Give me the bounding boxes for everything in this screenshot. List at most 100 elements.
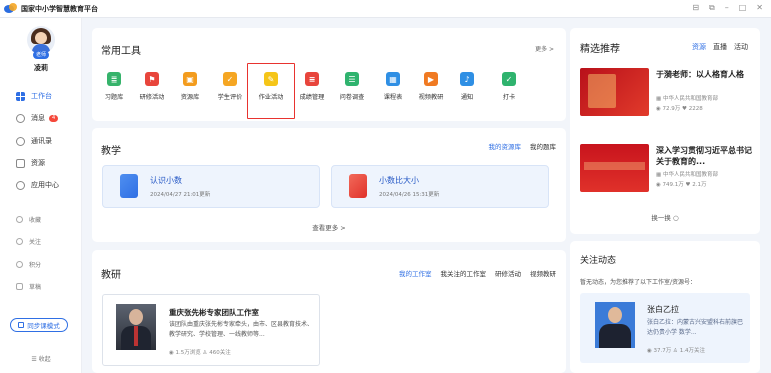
tool-questionnaire[interactable]: ☰ 问卷调查 — [335, 72, 369, 101]
mode-button-label: 同步课模式 — [27, 322, 60, 330]
message-count-badge: 4 — [49, 114, 59, 122]
recommend-source: ▦ 中华人民共和国教育部 — [656, 172, 718, 178]
bell-icon: ♪ — [460, 72, 474, 86]
recommended-studio-card[interactable]: 张白乙拉 张白乙拉：内蒙古兴安盟科右前旗巴达仍贵小学 数学... ◉ 37.7万… — [580, 293, 750, 363]
minimize-icon[interactable]: – — [725, 3, 729, 13]
tool-label: 学生评价 — [217, 94, 243, 101]
person-name: 张白乙拉 — [647, 305, 679, 314]
tool-grade-management[interactable]: ≡ 成绩管理 — [295, 72, 329, 101]
see-more-link[interactable]: 查看更多 > — [92, 222, 566, 232]
screen-icon — [18, 322, 25, 328]
studio-name: 重庆张先彬专家团队工作室 — [169, 308, 259, 317]
sidebar-item-points[interactable]: 积分 — [0, 256, 82, 272]
window-controls: ⊟ ⧉ – □ ✕ — [692, 3, 763, 13]
person-description: 张白乙拉：内蒙古兴安盟科右前旗巴达仍贵小学 数学... — [647, 319, 744, 336]
grades-icon: ≡ — [305, 72, 319, 86]
tool-timetable[interactable]: ▦ 课程表 — [376, 72, 410, 101]
section-title: 精选推荐 — [580, 44, 620, 55]
calendar-icon: ▦ — [386, 72, 400, 86]
tab-live[interactable]: 直播 — [713, 42, 727, 52]
person-stats: ◉ 37.7万 ♙ 1.4万关注 — [647, 348, 705, 354]
sidebar-item-label: 草稿 — [29, 283, 42, 291]
tool-training-activity[interactable]: ⚑ 研修活动 — [135, 72, 169, 101]
window-restore-icon[interactable]: ⧉ — [709, 3, 715, 13]
resource-item[interactable]: 认识小数 2024/04/27 21:01更新 — [102, 165, 320, 208]
tab-my-studio[interactable]: 我的工作室 — [399, 268, 432, 278]
sidebar-item-resources[interactable]: 资源 — [0, 155, 82, 171]
tool-exercise-bank[interactable]: ≣ 习题库 — [97, 72, 131, 101]
sidebar-item-label: 消息 — [31, 114, 45, 122]
recommend-title: 深入学习贯彻习近平总书记关于教育的... — [656, 146, 752, 166]
points-icon — [16, 260, 23, 268]
tab-my-resources[interactable]: 我的资源库 — [489, 141, 522, 151]
tab-my-question-bank[interactable]: 我的题库 — [530, 141, 556, 151]
person-icon — [16, 237, 23, 245]
tool-label: 打卡 — [502, 94, 516, 101]
tab-training-activity[interactable]: 研修活动 — [495, 268, 521, 278]
resource-item[interactable]: 小数比大小 2024/04/26 15:31更新 — [331, 165, 549, 208]
studio-stats: ◉ 1.5万浏览 ♙ 460关注 — [169, 350, 231, 356]
role-badge: 老师 — [33, 51, 50, 59]
window-mini-icon[interactable]: ⊟ — [692, 3, 699, 13]
recommend-thumbnail — [580, 144, 649, 192]
avatar[interactable] — [27, 26, 55, 54]
tool-student-evaluation[interactable]: ✓ 学生评价 — [213, 72, 247, 101]
collapse-sidebar-button[interactable]: ☰ 收起 — [0, 354, 82, 363]
studio-card[interactable]: 重庆张先彬专家团队工作室 该团队由重庆张先彬专家牵头，由市、区县教育技术、教学研… — [102, 294, 320, 366]
more-tools-link[interactable]: 更多 > — [535, 44, 554, 53]
sidebar: 老师 凌莉 工作台 消息 4 通讯录 资源 应用中心 收藏 关注 积分 草稿 同… — [0, 18, 82, 373]
sidebar-item-messages[interactable]: 消息 4 — [0, 110, 82, 126]
section-title: 教学 — [101, 146, 121, 157]
tool-resource-library[interactable]: ▣ 资源库 — [173, 72, 207, 101]
sidebar-item-label: 积分 — [29, 261, 42, 269]
sidebar-item-label: 应用中心 — [31, 181, 59, 189]
studio-description: 该团队由重庆张先彬专家牵头，由市、区县教育技术、教学研究、学校管理、一线教师等.… — [169, 321, 314, 338]
sidebar-item-label: 资源 — [31, 159, 45, 167]
tool-label: 视频教研 — [418, 94, 444, 101]
survey-icon: ☰ — [345, 72, 359, 86]
contacts-icon — [16, 136, 25, 146]
resource-title: 认识小数 — [150, 176, 182, 185]
tab-resources[interactable]: 资源 — [692, 42, 706, 52]
tool-notification[interactable]: ♪ 通知 — [450, 72, 484, 101]
resource-date: 2024/04/27 21:01更新 — [150, 192, 211, 198]
highlight-box — [247, 63, 295, 119]
recommend-source: ▦ 中华人民共和国教育部 — [656, 96, 718, 102]
recommend-item[interactable]: 深入学习贯彻习近平总书记关于教育的... ▦ 中华人民共和国教育部 ◉ 749.… — [580, 142, 752, 198]
tool-label: 课程表 — [383, 94, 403, 101]
tool-label: 习题库 — [104, 94, 124, 101]
tool-video-research[interactable]: ▶ 视频教研 — [414, 72, 448, 101]
sidebar-item-app-center[interactable]: 应用中心 — [0, 177, 82, 193]
apps-icon — [16, 180, 25, 190]
resource-date: 2024/04/26 15:31更新 — [379, 192, 440, 198]
video-icon: ▶ — [424, 72, 438, 86]
maximize-icon[interactable]: □ — [739, 3, 747, 13]
video-file-icon — [120, 174, 138, 198]
sync-class-mode-button[interactable]: 同步课模式 — [10, 318, 68, 332]
section-title: 教研 — [101, 270, 121, 281]
common-tools-card: 常用工具 更多 > ≣ 习题库 ⚑ 研修活动 ▣ 资源库 ✓ 学生评价 ✎ 作业… — [92, 28, 566, 121]
app-title: 国家中小学智慧教育平台 — [21, 4, 98, 13]
follow-feed-card: 关注动态 暂无动态，为您推荐了以下工作室/资源号： 张白乙拉 张白乙拉：内蒙古兴… — [570, 241, 760, 373]
sidebar-item-label: 工作台 — [31, 92, 52, 100]
sidebar-item-contacts[interactable]: 通讯录 — [0, 133, 82, 149]
sidebar-item-follows[interactable]: 关注 — [0, 233, 82, 249]
studio-photo — [116, 304, 156, 350]
message-icon — [16, 113, 25, 123]
sidebar-item-favorites[interactable]: 收藏 — [0, 211, 82, 227]
refresh-button[interactable]: 换一换 ○ — [570, 212, 760, 222]
close-icon[interactable]: ✕ — [756, 3, 763, 13]
title-bar: 国家中小学智慧教育平台 ⊟ ⧉ – □ ✕ — [0, 0, 771, 18]
tab-video-research[interactable]: 视频教研 — [530, 268, 556, 278]
research-card: 教研 我的工作室 我关注的工作室 研修活动 视频教研 重庆张先彬专家团队工作室 … — [92, 250, 566, 373]
tool-check-in[interactable]: ✓ 打卡 — [492, 72, 526, 101]
tab-followed-studios[interactable]: 我关注的工作室 — [441, 268, 487, 278]
folder-icon — [16, 158, 25, 168]
tool-label: 研修活动 — [139, 94, 165, 101]
recommend-item[interactable]: 于漪老师：以人格育人格 ▦ 中华人民共和国教育部 ◉ 72.9万 ♥ 2228 — [580, 66, 750, 122]
sidebar-item-drafts[interactable]: 草稿 — [0, 278, 82, 294]
sidebar-item-workbench[interactable]: 工作台 — [0, 88, 82, 104]
research-tabs: 我的工作室 我关注的工作室 研修活动 视频教研 — [399, 268, 556, 278]
grid-icon — [16, 91, 25, 101]
tab-activities[interactable]: 活动 — [734, 42, 748, 52]
